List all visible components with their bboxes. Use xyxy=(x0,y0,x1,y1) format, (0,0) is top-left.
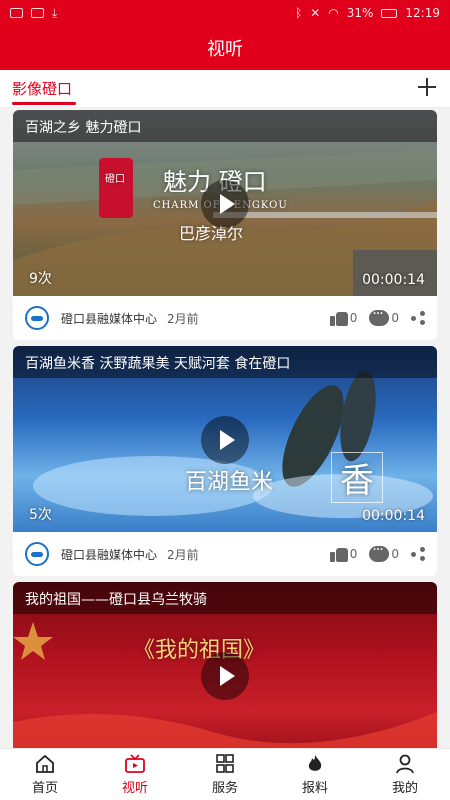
nav-video[interactable]: 视听 xyxy=(90,749,180,800)
bottom-navigation: 首页 视听 服务 报料 我的 xyxy=(0,748,450,800)
video-card[interactable]: 百湖鱼米香 沃野蔬果美 天赋河套 食在磴口 百湖鱼米 香 5次 00:00:14… xyxy=(13,346,437,576)
status-left-icons: ⤓ xyxy=(10,6,57,21)
share-icon xyxy=(411,547,425,561)
comment-icon xyxy=(369,306,390,326)
battery-icon xyxy=(381,8,398,18)
image-icon xyxy=(10,8,23,18)
publish-time: 2月前 xyxy=(167,547,199,562)
video-title: 百湖鱼米香 沃野蔬果美 天赋河套 食在磴口 xyxy=(13,346,437,378)
share-icon xyxy=(411,311,425,325)
source-logo-icon xyxy=(25,542,49,566)
category-tab-bar: 影像磴口 xyxy=(0,70,450,108)
red-badge xyxy=(99,158,133,218)
comment-count: 0 xyxy=(391,547,399,561)
user-icon xyxy=(396,754,414,773)
tab-yingxiang-dengkou[interactable]: 影像磴口 xyxy=(12,78,72,99)
nav-services-label: 服务 xyxy=(211,780,238,796)
video-duration: 00:00:14 xyxy=(362,272,425,288)
nav-home-label: 首页 xyxy=(31,780,58,796)
nav-services[interactable]: 服务 xyxy=(180,749,270,800)
status-bar: ⤓ ᛒ ✕ ◠ 31% 12:19 xyxy=(0,0,450,26)
video-card[interactable]: 百湖之乡 魅力磴口 磴口 魅力 磴口 CHARM OF DENGKOU 巴彦淖尔… xyxy=(13,110,437,340)
comment-count: 0 xyxy=(391,311,399,325)
card-meta: 磴口县融媒体中心 2月前 0 0 xyxy=(13,532,437,576)
battery-level: 31% xyxy=(346,6,374,20)
video-thumbnail[interactable]: 百湖鱼米香 沃野蔬果美 天赋河套 食在磴口 百湖鱼米 香 5次 00:00:14 xyxy=(13,346,437,532)
download-icon: ⤓ xyxy=(52,5,58,20)
status-right: ᛒ ✕ ◠ 31% 12:19 xyxy=(295,6,440,20)
page-title: 视听 xyxy=(207,39,243,60)
title-bar: 视听 xyxy=(0,26,450,70)
home-icon xyxy=(36,754,54,773)
clock: 12:19 xyxy=(405,6,440,20)
play-button[interactable] xyxy=(201,180,249,228)
grid-icon xyxy=(216,753,234,773)
nav-video-label: 视听 xyxy=(121,780,148,796)
share-button[interactable] xyxy=(411,311,425,325)
video-title: 我的祖国——磴口县乌兰牧骑 xyxy=(13,582,437,614)
video-feed[interactable]: 百湖之乡 魅力磴口 磴口 魅力 磴口 CHARM OF DENGKOU 巴彦淖尔… xyxy=(0,108,450,748)
view-count: 5次 xyxy=(29,507,52,523)
share-button[interactable] xyxy=(411,547,425,561)
card-actions: 0 0 xyxy=(329,306,425,326)
video-title: 百湖之乡 魅力磴口 xyxy=(13,110,437,142)
add-channel-button[interactable] xyxy=(416,76,438,98)
comment-button[interactable]: 0 xyxy=(369,306,399,326)
card-meta: 磴口县融媒体中心 2月前 0 0 xyxy=(13,296,437,340)
source-name: 磴口县融媒体中心 xyxy=(61,547,158,562)
video-thumbnail[interactable]: 百湖之乡 魅力磴口 磴口 魅力 磴口 CHARM OF DENGKOU 巴彦淖尔… xyxy=(13,110,437,296)
active-tab-indicator xyxy=(12,102,76,105)
view-count: 9次 xyxy=(29,271,52,287)
tv-icon xyxy=(125,753,145,773)
comment-icon xyxy=(369,542,390,562)
thumbs-up-icon xyxy=(329,546,348,562)
thumbs-up-icon xyxy=(329,310,348,326)
nav-home[interactable]: 首页 xyxy=(0,749,90,800)
overlay-accent: 香 xyxy=(331,452,383,503)
like-button[interactable]: 0 xyxy=(329,546,358,562)
flame-icon xyxy=(308,754,322,771)
card-actions: 0 0 xyxy=(329,542,425,562)
gallery-icon xyxy=(31,8,44,18)
overlay-headline: 百湖鱼米 xyxy=(185,470,274,495)
like-count: 0 xyxy=(349,311,358,325)
overlay-headline: 《我的祖国》 xyxy=(133,638,266,663)
mute-icon: ✕ xyxy=(310,6,321,20)
source-name: 磴口县融媒体中心 xyxy=(61,311,158,326)
like-button[interactable]: 0 xyxy=(329,310,358,326)
nav-profile[interactable]: 我的 xyxy=(360,749,450,800)
play-button[interactable] xyxy=(201,652,249,700)
video-duration: 00:00:14 xyxy=(362,508,425,524)
nav-report[interactable]: 报料 xyxy=(270,749,360,800)
nav-report-label: 报料 xyxy=(301,780,328,796)
bluetooth-icon: ᛒ xyxy=(294,6,303,20)
comment-button[interactable]: 0 xyxy=(369,542,399,562)
video-thumbnail[interactable]: 我的祖国——磴口县乌兰牧骑 《我的祖国》 xyxy=(13,582,437,748)
nav-profile-label: 我的 xyxy=(391,780,418,796)
publish-time: 2月前 xyxy=(167,311,199,326)
play-button[interactable] xyxy=(201,416,249,464)
video-card[interactable]: 我的祖国——磴口县乌兰牧骑 《我的祖国》 xyxy=(13,582,437,748)
source-logo-icon xyxy=(25,306,49,330)
wifi-icon: ◠ xyxy=(328,6,339,20)
like-count: 0 xyxy=(349,547,358,561)
badge-text: 磴口 xyxy=(105,174,125,185)
